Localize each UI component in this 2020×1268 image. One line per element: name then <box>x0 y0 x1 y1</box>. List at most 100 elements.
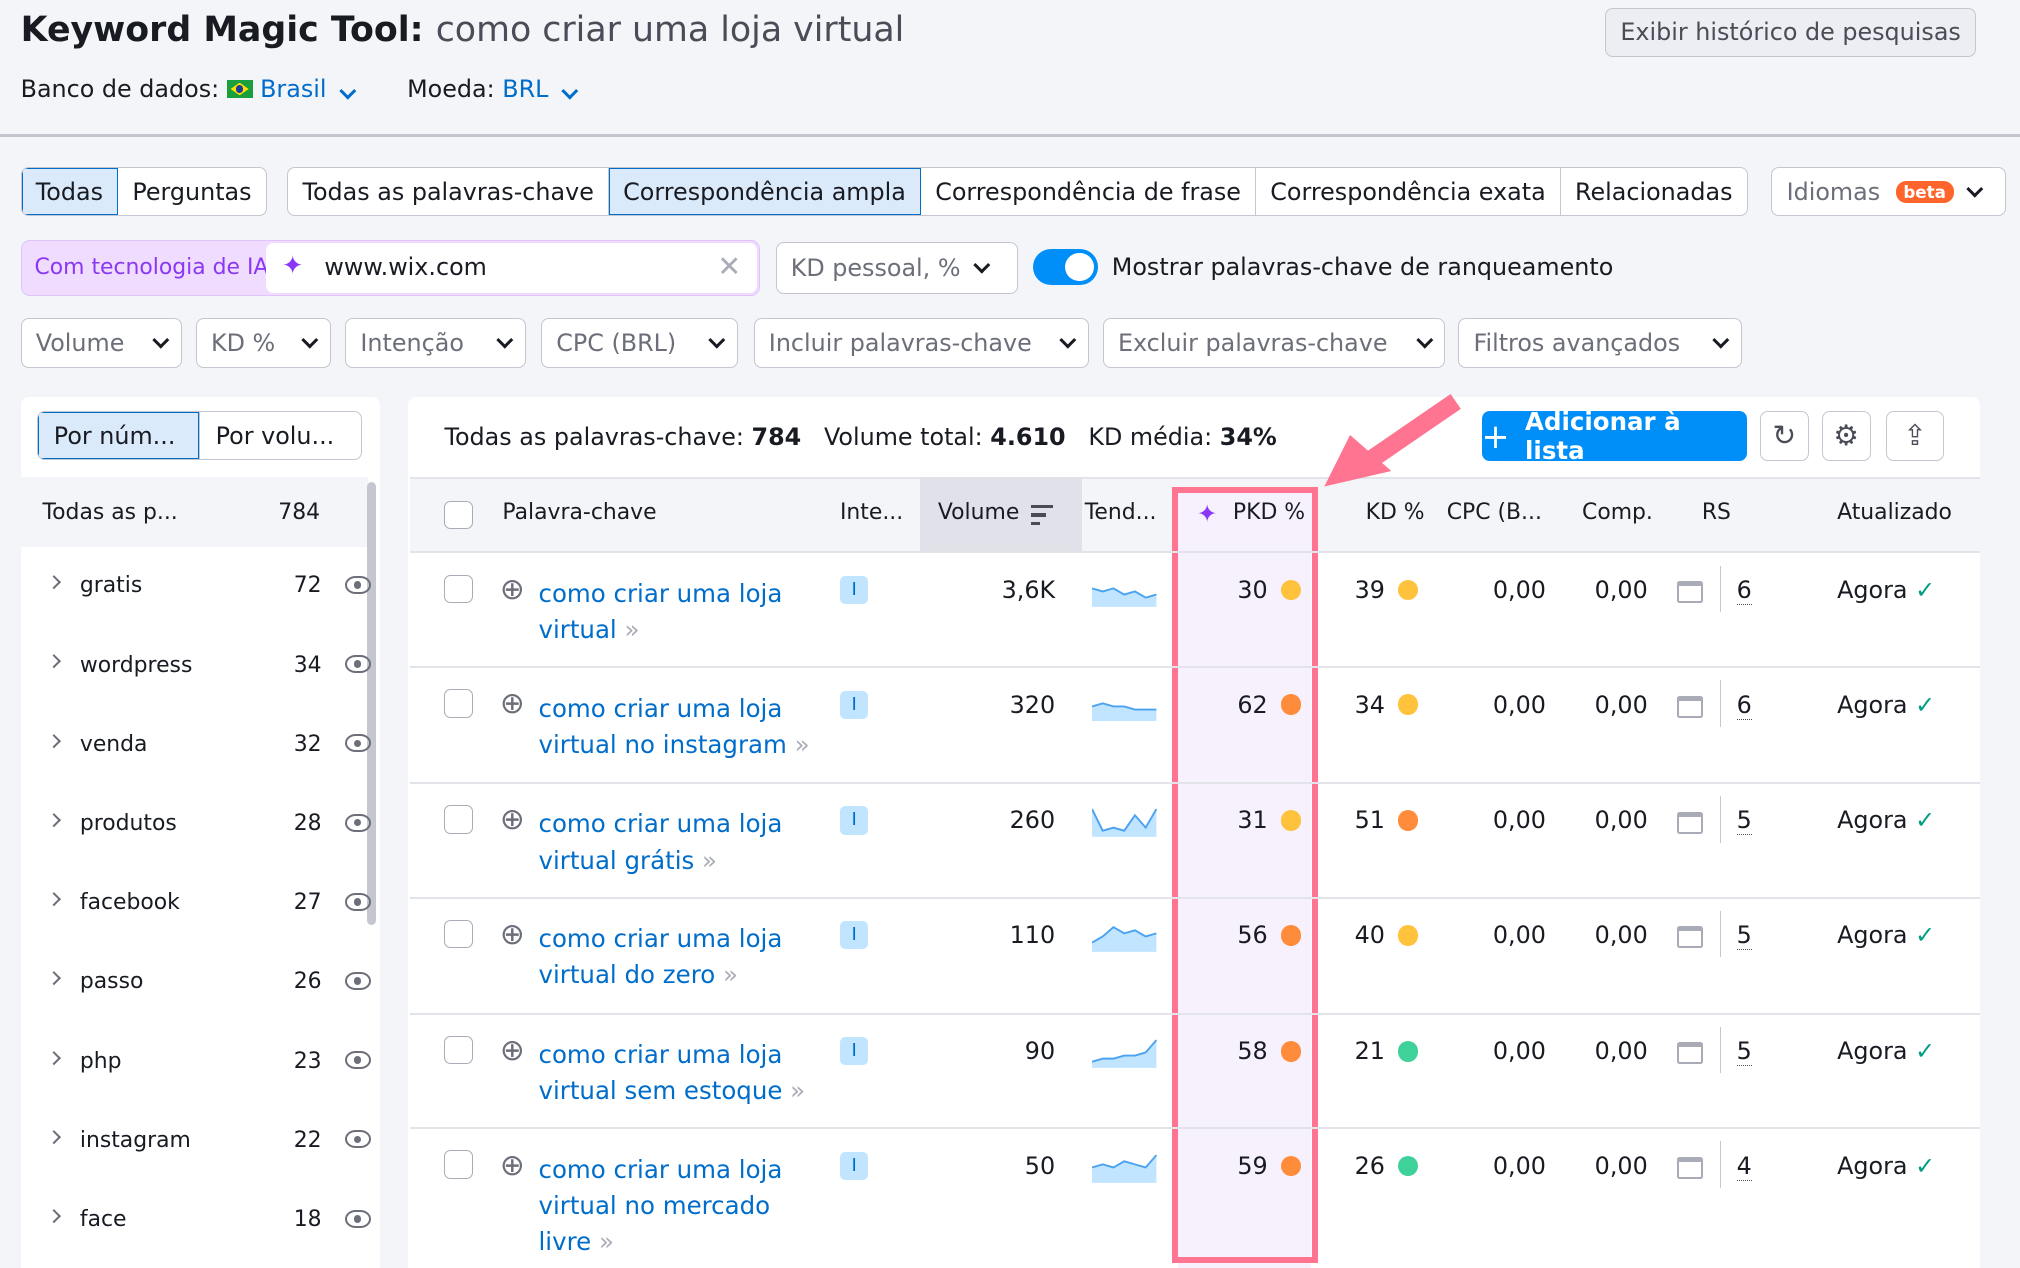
serp-icon[interactable] <box>1677 926 1704 949</box>
rs-value[interactable]: 5 <box>1736 806 1752 836</box>
add-keyword-icon[interactable]: ⊕ <box>500 801 525 836</box>
chevron-right-icon[interactable] <box>46 1208 62 1224</box>
chevron-right-icon[interactable] <box>46 812 62 828</box>
chevron-right-icon[interactable] <box>46 733 62 749</box>
chevron-right-icon[interactable] <box>46 971 62 986</box>
row-checkbox[interactable] <box>444 1035 473 1065</box>
keyword-link[interactable]: como criar uma loja virtual grátis » <box>539 806 783 878</box>
add-to-list-button[interactable]: + Adicionar à lista <box>1481 407 1747 465</box>
group-item[interactable]: facebook 27 <box>21 879 371 931</box>
chevron-right-icon[interactable] <box>46 574 62 590</box>
filter-dropdown[interactable]: CPC (BRL) <box>541 318 739 369</box>
row-checkbox[interactable] <box>444 919 473 949</box>
eye-icon[interactable] <box>345 734 371 753</box>
tab-broad-match[interactable]: Correspondência ampla <box>609 168 922 216</box>
eye-icon[interactable] <box>345 575 371 594</box>
column-header[interactable]: Tend... <box>1085 500 1157 525</box>
tab-all-keywords[interactable]: Todas as palavras-chave <box>288 168 610 216</box>
all-groups-item[interactable]: Todas as p... 784 <box>20 476 369 548</box>
select-all-checkbox[interactable] <box>444 501 473 530</box>
add-keyword-icon[interactable]: ⊕ <box>500 571 525 606</box>
column-header[interactable]: CPC (B... <box>1447 500 1542 525</box>
kd-personal-dropdown[interactable]: KD pessoal, % <box>775 242 1018 294</box>
column-header[interactable]: Atualizado <box>1837 500 1952 525</box>
history-button[interactable]: Exibir histórico de pesquisas <box>1605 7 1976 57</box>
column-header[interactable]: Volume <box>938 500 1019 525</box>
add-keyword-icon[interactable]: ⊕ <box>500 916 525 951</box>
keyword-link[interactable]: como criar uma loja virtual sem estoque » <box>539 1037 806 1109</box>
row-checkbox[interactable] <box>444 689 473 718</box>
eye-icon[interactable] <box>345 813 371 832</box>
clear-icon[interactable]: ✕ <box>717 250 741 283</box>
tab-todas[interactable]: Todas <box>21 168 119 216</box>
row-checkbox[interactable] <box>444 1150 473 1179</box>
export-icon[interactable]: ⇪ <box>1886 410 1945 462</box>
column-header[interactable]: RS <box>1702 500 1731 525</box>
eye-icon[interactable] <box>345 1051 371 1070</box>
column-header[interactable]: PKD % <box>1233 500 1305 525</box>
group-item[interactable]: wordpress 34 <box>21 641 371 693</box>
keyword-link[interactable]: como criar uma loja virtual no instagram … <box>539 691 810 763</box>
serp-icon[interactable] <box>1677 1156 1704 1179</box>
row-checkbox[interactable] <box>444 805 473 834</box>
rs-value[interactable]: 6 <box>1736 576 1752 605</box>
sort-icon[interactable] <box>1030 505 1054 525</box>
column-header[interactable]: Palavra-chave <box>502 500 656 525</box>
keyword-link[interactable]: como criar uma loja virtual no mercado liv… <box>539 1152 783 1260</box>
eye-icon[interactable] <box>345 1209 371 1228</box>
serp-icon[interactable] <box>1677 581 1704 603</box>
chevron-right-icon[interactable] <box>46 1050 62 1065</box>
eye-icon[interactable] <box>345 655 371 674</box>
rs-value[interactable]: 5 <box>1736 1037 1752 1067</box>
group-item[interactable]: venda 32 <box>21 720 371 772</box>
rs-value[interactable]: 4 <box>1736 1152 1752 1181</box>
tab-by-number[interactable]: Por núm... <box>38 411 200 459</box>
group-item[interactable]: gratis 72 <box>21 562 371 614</box>
group-item[interactable]: face 18 <box>21 1196 371 1248</box>
filter-dropdown[interactable]: Volume <box>20 318 182 369</box>
chevrons-right-icon[interactable]: » <box>599 1227 614 1256</box>
languages-dropdown[interactable]: Idiomas beta <box>1771 167 2006 217</box>
filter-dropdown[interactable]: Excluir palavras-chave <box>1102 318 1446 369</box>
add-keyword-icon[interactable]: ⊕ <box>500 1032 525 1067</box>
column-header[interactable]: Comp. <box>1582 500 1653 525</box>
group-item[interactable]: instagram 22 <box>21 1116 371 1168</box>
add-keyword-icon[interactable]: ⊕ <box>500 685 525 720</box>
tab-phrase-match[interactable]: Correspondência de frase <box>921 168 1257 216</box>
refresh-icon[interactable]: ↻ <box>1759 410 1809 462</box>
currency-selector[interactable]: Moeda: BRL <box>407 75 578 103</box>
group-item[interactable]: produtos 28 <box>21 799 371 851</box>
filter-dropdown[interactable]: Filtros avançados <box>1458 318 1742 369</box>
chevrons-right-icon[interactable]: » <box>790 1076 805 1105</box>
rs-value[interactable]: 6 <box>1736 691 1752 720</box>
chevron-right-icon[interactable] <box>46 654 62 669</box>
filter-dropdown[interactable]: Intenção <box>345 318 526 369</box>
settings-icon[interactable]: ⚙ <box>1821 410 1871 462</box>
eye-icon[interactable] <box>345 971 371 991</box>
ranking-toggle[interactable] <box>1033 248 1098 285</box>
eye-icon[interactable] <box>345 892 371 911</box>
chevron-right-icon[interactable] <box>46 891 62 907</box>
tab-by-volume[interactable]: Por volu... <box>199 411 361 459</box>
scrollbar[interactable] <box>367 481 377 925</box>
tab-perguntas[interactable]: Perguntas <box>118 168 266 215</box>
serp-icon[interactable] <box>1677 1042 1704 1065</box>
filter-dropdown[interactable]: Incluir palavras-chave <box>753 318 1089 369</box>
column-header[interactable]: KD % <box>1366 500 1425 525</box>
group-item[interactable]: php 23 <box>21 1037 371 1089</box>
keyword-link[interactable]: como criar uma loja virtual » <box>539 576 783 648</box>
row-checkbox[interactable] <box>444 574 473 603</box>
tab-related[interactable]: Relacionadas <box>1561 168 1747 215</box>
chevrons-right-icon[interactable]: » <box>795 730 810 759</box>
tab-exact-match[interactable]: Correspondência exata <box>1256 168 1561 216</box>
chevron-right-icon[interactable] <box>46 1129 62 1145</box>
group-item[interactable]: passo 26 <box>21 958 371 1010</box>
serp-icon[interactable] <box>1677 695 1704 718</box>
eye-icon[interactable] <box>345 1130 371 1149</box>
chevrons-right-icon[interactable]: » <box>723 960 738 989</box>
rs-value[interactable]: 5 <box>1736 921 1752 951</box>
add-keyword-icon[interactable]: ⊕ <box>500 1147 525 1182</box>
chevrons-right-icon[interactable]: » <box>625 615 640 644</box>
domain-input[interactable]: ✦ www.wix.com ✕ <box>266 243 757 293</box>
filter-dropdown[interactable]: KD % <box>195 318 332 369</box>
